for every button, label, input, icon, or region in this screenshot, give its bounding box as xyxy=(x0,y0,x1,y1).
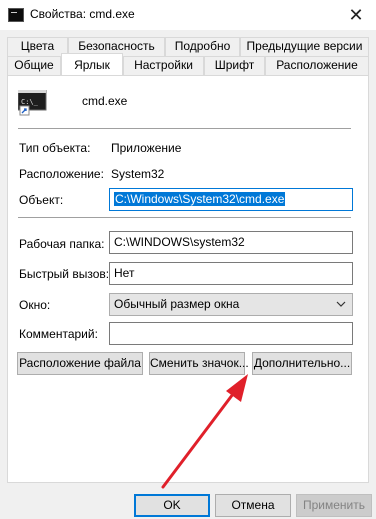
ok-button[interactable]: OK xyxy=(134,494,210,517)
tab-shortcut[interactable]: Ярлык xyxy=(61,53,123,75)
cancel-button[interactable]: Отмена xyxy=(215,494,291,517)
red-arrow-annotation xyxy=(161,374,248,489)
apply-button[interactable]: Применить xyxy=(296,494,372,517)
